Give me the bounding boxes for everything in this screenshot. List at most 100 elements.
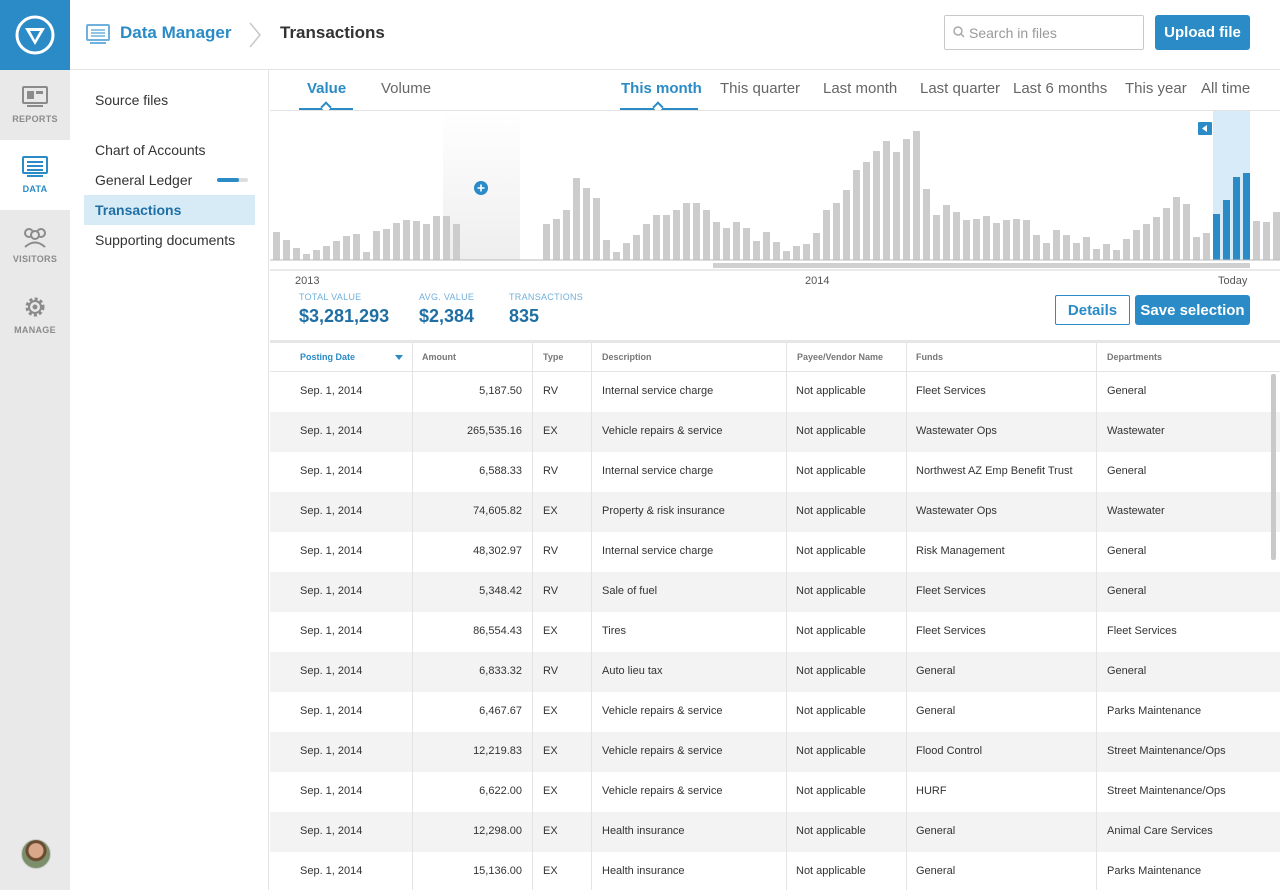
chart-bar xyxy=(853,170,860,260)
chart-bar xyxy=(673,210,680,260)
column-header-payee[interactable]: Payee/Vendor Name xyxy=(787,343,906,372)
type-cell: EX xyxy=(543,825,558,837)
tab-volume[interactable]: Volume xyxy=(381,80,431,97)
payee-cell: Not applicable xyxy=(796,625,866,637)
amount-cell: 265,535.16 xyxy=(466,425,522,437)
tab-all-time[interactable]: All time xyxy=(1201,80,1250,97)
sidebar-item-source-files[interactable]: Source files xyxy=(84,85,255,115)
app-logo[interactable] xyxy=(0,0,70,70)
amount-cell: 6,622.00 xyxy=(479,785,522,797)
type-cell: EX xyxy=(543,865,558,877)
tab-last-6-months[interactable]: Last 6 months xyxy=(1013,80,1107,97)
chart-bar xyxy=(643,224,650,260)
table-row[interactable]: Sep. 1, 2014 6,588.33 RV Internal service c… xyxy=(270,452,1280,492)
transactions-table: Posting Date Amount Type Description Pay… xyxy=(270,343,1280,892)
chart-bar xyxy=(1063,235,1070,260)
tab-last-month[interactable]: Last month xyxy=(823,80,897,97)
description-cell: Internal service charge xyxy=(602,385,714,397)
table-row[interactable]: Sep. 1, 2014 12,219.83 EX Vehicle repairs &… xyxy=(270,732,1280,772)
total-value: $3,281,293 xyxy=(299,306,390,326)
tab-this-quarter[interactable]: This quarter xyxy=(720,80,800,97)
nav-reports[interactable]: REPORTS xyxy=(0,70,70,140)
departments-cell: Street Maintenance/Ops xyxy=(1107,745,1226,757)
column-header-posting-date[interactable]: Posting Date xyxy=(290,343,412,372)
table-row[interactable]: Sep. 1, 2014 86,554.43 EX Tires Not applicab… xyxy=(270,612,1280,652)
departments-cell: Wastewater xyxy=(1107,425,1165,437)
table-body: Sep. 1, 2014 5,187.50 RV Internal service c… xyxy=(270,372,1280,892)
amount-cell: 5,348.42 xyxy=(479,585,522,597)
column-header-description[interactable]: Description xyxy=(592,343,786,372)
nav-manage[interactable]: MANAGE xyxy=(0,280,70,350)
chart-bar-selected xyxy=(1223,200,1230,260)
user-avatar[interactable] xyxy=(21,839,51,869)
reports-icon xyxy=(22,86,48,107)
table-row[interactable]: Sep. 1, 2014 5,187.50 RV Internal service c… xyxy=(270,372,1280,412)
funds-cell: Northwest AZ Emp Benefit Trust xyxy=(916,465,1073,477)
column-header-funds[interactable]: Funds xyxy=(906,343,1096,372)
chart-bar xyxy=(933,215,940,260)
chart-bar xyxy=(843,190,850,260)
tab-this-year[interactable]: This year xyxy=(1125,80,1187,97)
chart-bar xyxy=(763,232,770,260)
table-row[interactable]: Sep. 1, 2014 265,535.16 EX Vehicle repairs … xyxy=(270,412,1280,452)
save-selection-button[interactable]: Save selection xyxy=(1135,295,1250,325)
departments-cell: Parks Maintenance xyxy=(1107,865,1202,877)
tab-value[interactable]: Value xyxy=(307,80,346,97)
description-cell: Auto lieu tax xyxy=(602,665,663,677)
table-row[interactable]: Sep. 1, 2014 6,833.32 RV Auto lieu tax Not a… xyxy=(270,652,1280,692)
column-header-amount[interactable]: Amount xyxy=(412,343,532,372)
table-header: Posting Date Amount Type Description Pay… xyxy=(270,343,1280,372)
chart-bar xyxy=(1203,233,1210,260)
amount-cell: 6,833.32 xyxy=(479,665,522,677)
nav-data[interactable]: DATA xyxy=(0,140,70,210)
chart-bar xyxy=(923,189,930,260)
table-row[interactable]: Sep. 1, 2014 6,622.00 EX Vehicle repairs & … xyxy=(270,772,1280,812)
app-title[interactable]: Data Manager xyxy=(120,23,231,43)
column-divider xyxy=(906,343,907,890)
table-row[interactable]: Sep. 1, 2014 6,467.67 EX Vehicle repairs & … xyxy=(270,692,1280,732)
amount-cell: 15,136.00 xyxy=(473,865,522,877)
tab-last-quarter[interactable]: Last quarter xyxy=(920,80,1000,97)
chart-bar xyxy=(1013,219,1020,260)
chart-bar xyxy=(363,252,370,260)
column-header-departments[interactable]: Departments xyxy=(1097,343,1267,372)
table-row[interactable]: Sep. 1, 2014 74,605.82 EX Property & risk i… xyxy=(270,492,1280,532)
funds-cell: General xyxy=(916,825,956,837)
table-row[interactable]: Sep. 1, 2014 5,348.42 RV Sale of fuel Not ap… xyxy=(270,572,1280,612)
chart-bar xyxy=(943,205,950,260)
search-icon xyxy=(953,26,965,38)
details-button[interactable]: Details xyxy=(1055,295,1130,325)
visitors-icon xyxy=(24,228,46,248)
table-scrollbar-thumb[interactable] xyxy=(1271,374,1276,560)
table-row[interactable]: Sep. 1, 2014 12,298.00 EX Health insurance N… xyxy=(270,812,1280,852)
chart-bar xyxy=(323,246,330,260)
table-row[interactable]: Sep. 1, 2014 15,136.00 EX Health insurance N… xyxy=(270,852,1280,892)
payee-cell: Not applicable xyxy=(796,665,866,677)
chart-bar xyxy=(833,203,840,260)
sidebar-item-transactions[interactable]: Transactions xyxy=(84,195,255,225)
chart-bar xyxy=(1173,197,1180,260)
tab-this-month[interactable]: This month xyxy=(621,80,702,97)
sidebar-item-chart-of-accounts[interactable]: Chart of Accounts xyxy=(84,135,255,165)
description-cell: Vehicle repairs & service xyxy=(602,705,723,717)
data-icon xyxy=(22,156,48,177)
search-input[interactable] xyxy=(969,22,1137,44)
table-row[interactable]: Sep. 1, 2014 48,302.97 RV Internal service … xyxy=(270,532,1280,572)
avg-value-label: AVG. VALUE xyxy=(419,292,475,302)
general-ledger-progress-fill xyxy=(217,178,239,182)
sidebar-item-supporting-documents[interactable]: Supporting documents xyxy=(84,225,255,255)
column-header-type[interactable]: Type xyxy=(533,343,591,372)
chart-bar xyxy=(1263,222,1270,260)
chart-bar xyxy=(413,221,420,260)
chart-bar xyxy=(1193,237,1200,260)
upload-file-button[interactable]: Upload file xyxy=(1155,15,1250,50)
table-scrollbar[interactable] xyxy=(1270,372,1277,890)
transactions-chart[interactable] xyxy=(270,111,1280,271)
departments-cell: Animal Care Services xyxy=(1107,825,1213,837)
chart-bar xyxy=(863,162,870,260)
posting-date-cell: Sep. 1, 2014 xyxy=(300,425,363,437)
chart-bar xyxy=(583,188,590,260)
chart-range-scrollbar[interactable] xyxy=(713,263,1250,268)
funds-cell: HURF xyxy=(916,785,947,797)
nav-visitors[interactable]: VISITORS xyxy=(0,210,70,280)
